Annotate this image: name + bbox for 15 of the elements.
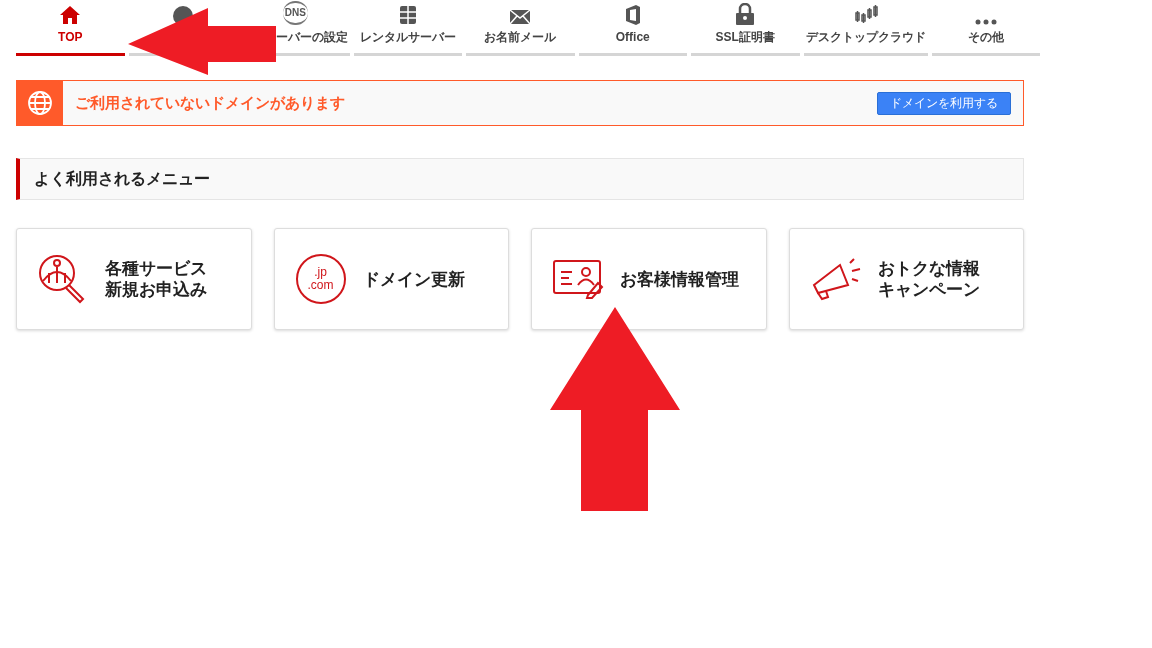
notice-message: ご利用されていないドメインがあります	[75, 92, 346, 113]
domain-renewal-icon: .jp .com	[295, 254, 346, 304]
nav-tab[interactable]: その他	[931, 0, 1040, 56]
use-domain-button[interactable]: ドメインを利用する	[877, 91, 1011, 115]
nav-tab[interactable]: SSL証明書	[691, 0, 800, 56]
menu-card[interactable]: .jp .com ドメイン更新	[273, 228, 509, 330]
nav-tab[interactable]: デスクトップクラウド	[803, 0, 928, 56]
nav-tab[interactable]: TOP	[16, 0, 125, 56]
nav-tab[interactable]: Office	[578, 0, 687, 56]
nav-tab[interactable]: お名前メール	[466, 0, 575, 56]
menu-card[interactable]: 各種サービス 新規お申込み	[16, 228, 252, 330]
menu-card[interactable]: お客様情報管理	[531, 228, 767, 330]
section-title: よく利用されるメニュー	[34, 169, 210, 189]
nav-tab[interactable]: レンタルサーバー	[353, 0, 462, 56]
menu-card[interactable]: おトクな情報 キャンペーン	[788, 228, 1024, 330]
